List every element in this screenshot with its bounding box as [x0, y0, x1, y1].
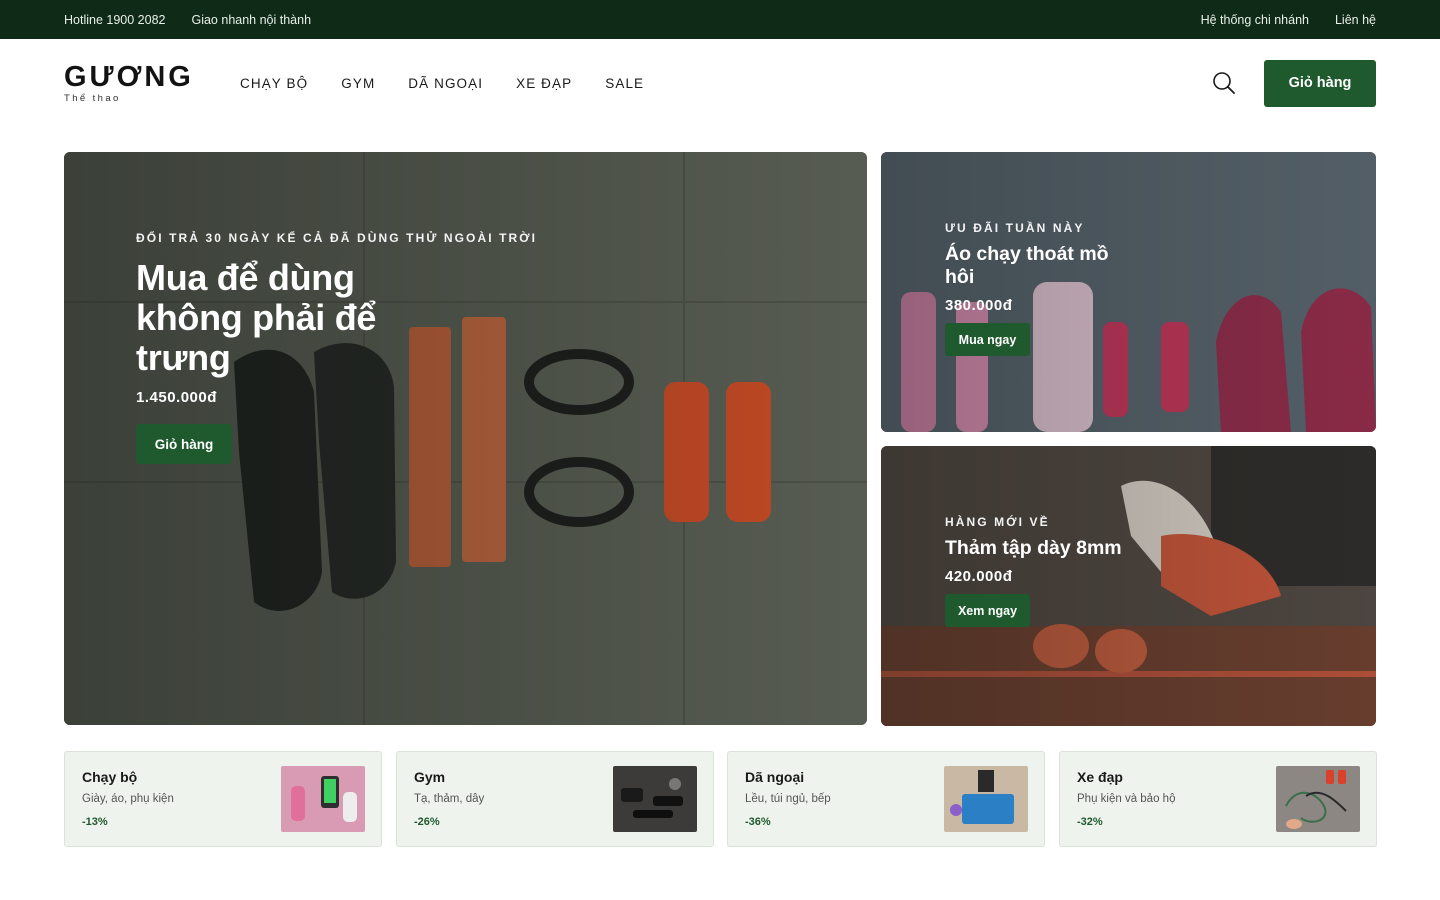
store-system-link[interactable]: Hệ thống chi nhánh — [1201, 13, 1309, 27]
site-header: GƯƠNG Thể thao CHẠY BỘ GYM DÃ NGOẠI XE Đ… — [0, 39, 1440, 127]
category-discount: -32% — [1077, 816, 1103, 828]
category-thumb-outdoor — [944, 766, 1028, 832]
category-discount: -26% — [414, 816, 440, 828]
hero-main-title: Mua để dùng không phải để trưng — [136, 257, 377, 378]
category-desc: Tạ, thảm, dây — [414, 793, 485, 805]
category-desc: Phụ kiện và bảo hộ — [1077, 793, 1176, 805]
logo-tagline: Thể thao — [64, 93, 121, 104]
header-actions: Giỏ hàng — [1212, 59, 1376, 107]
hero-new-arrival-title: Thảm tập dày 8mm — [945, 537, 1122, 559]
hero-main-content: ĐỔI TRẢ 30 NGÀY KỂ CẢ ĐÃ DÙNG THỬ NGOÀI … — [136, 231, 537, 464]
category-tile-gym[interactable]: Gym Tạ, thảm, dây -26% — [396, 751, 714, 847]
hero-main-eyebrow: ĐỔI TRẢ 30 NGÀY KỂ CẢ ĐÃ DÙNG THỬ NGOÀI … — [136, 231, 538, 245]
hero-deal-price: 380.000đ — [945, 297, 1013, 314]
hero-main-banner[interactable]: ĐỔI TRẢ 30 NGÀY KỂ CẢ ĐÃ DÙNG THỬ NGOÀI … — [64, 152, 867, 725]
delivery-note: Giao nhanh nội thành — [191, 12, 312, 27]
hero-deal-banner[interactable]: ƯU ĐÃI TUẦN NÀY Áo chạy thoát mồ hôi 380… — [881, 152, 1376, 432]
nav-running[interactable]: CHẠY BỘ — [240, 76, 308, 91]
hero-deal-buy-button[interactable]: Mua ngay — [945, 323, 1030, 356]
category-name: Gym — [414, 769, 446, 785]
hero-main-cart-button[interactable]: Giỏ hàng — [136, 424, 232, 464]
hero-deal-content: ƯU ĐÃI TUẦN NÀY Áo chạy thoát mồ hôi 380… — [945, 221, 1120, 356]
hero-deal-title: Áo chạy thoát mồ hôi — [945, 243, 1109, 288]
category-discount: -36% — [745, 816, 771, 828]
hero-new-arrival-eyebrow: HÀNG MỚI VỀ — [945, 515, 1050, 529]
category-thumb-gym — [613, 766, 697, 832]
hero-new-arrival-view-button[interactable]: Xem ngay — [945, 594, 1030, 627]
top-bar-left: Hotline 1900 2082 Giao nhanh nội thành — [64, 13, 311, 27]
hero-main-price: 1.450.000đ — [136, 389, 217, 406]
logo-wordmark: GƯƠNG — [64, 61, 194, 93]
category-discount: -13% — [82, 816, 108, 828]
hero-new-arrival-banner[interactable]: HÀNG MỚI VỀ Thảm tập dày 8mm 420.000đ Xe… — [881, 446, 1376, 726]
hero-new-arrival-content: HÀNG MỚI VỀ Thảm tập dày 8mm 420.000đ Xe… — [945, 515, 1145, 627]
category-name: Chạy bộ — [82, 769, 138, 785]
hero-deal-eyebrow: ƯU ĐÃI TUẦN NÀY — [945, 221, 1085, 235]
category-desc: Lều, túi ngủ, bếp — [745, 793, 831, 805]
site-logo[interactable]: GƯƠNG Thể thao — [64, 62, 240, 104]
nav-gym[interactable]: GYM — [341, 76, 375, 91]
category-thumb-cycling — [1276, 766, 1360, 832]
nav-sale[interactable]: SALE — [605, 76, 644, 91]
category-tile-cycling[interactable]: Xe đạp Phụ kiện và bảo hộ -32% — [1059, 751, 1377, 847]
category-thumb-running — [281, 766, 365, 832]
category-desc: Giày, áo, phụ kiện — [82, 793, 174, 805]
hotline-link[interactable]: Hotline 1900 2082 — [64, 13, 165, 27]
category-tile-outdoor[interactable]: Dã ngoại Lều, túi ngủ, bếp -36% — [727, 751, 1045, 847]
category-tile-running[interactable]: Chạy bộ Giày, áo, phụ kiện -13% — [64, 751, 382, 847]
hero-new-arrival-price: 420.000đ — [945, 568, 1013, 585]
category-name: Dã ngoại — [745, 769, 805, 785]
top-bar-right: Hệ thống chi nhánh Liên hệ — [1201, 13, 1376, 27]
category-name: Xe đạp — [1077, 769, 1123, 785]
nav-cycling[interactable]: XE ĐẠP — [516, 76, 572, 91]
top-bar: Hotline 1900 2082 Giao nhanh nội thành H… — [0, 0, 1440, 39]
cart-button[interactable]: Giỏ hàng — [1264, 59, 1376, 107]
search-icon[interactable] — [1212, 71, 1236, 95]
contact-link[interactable]: Liên hệ — [1335, 13, 1376, 27]
main-nav: CHẠY BỘ GYM DÃ NGOẠI XE ĐẠP SALE — [240, 76, 644, 91]
nav-outdoor[interactable]: DÃ NGOẠI — [408, 76, 483, 91]
